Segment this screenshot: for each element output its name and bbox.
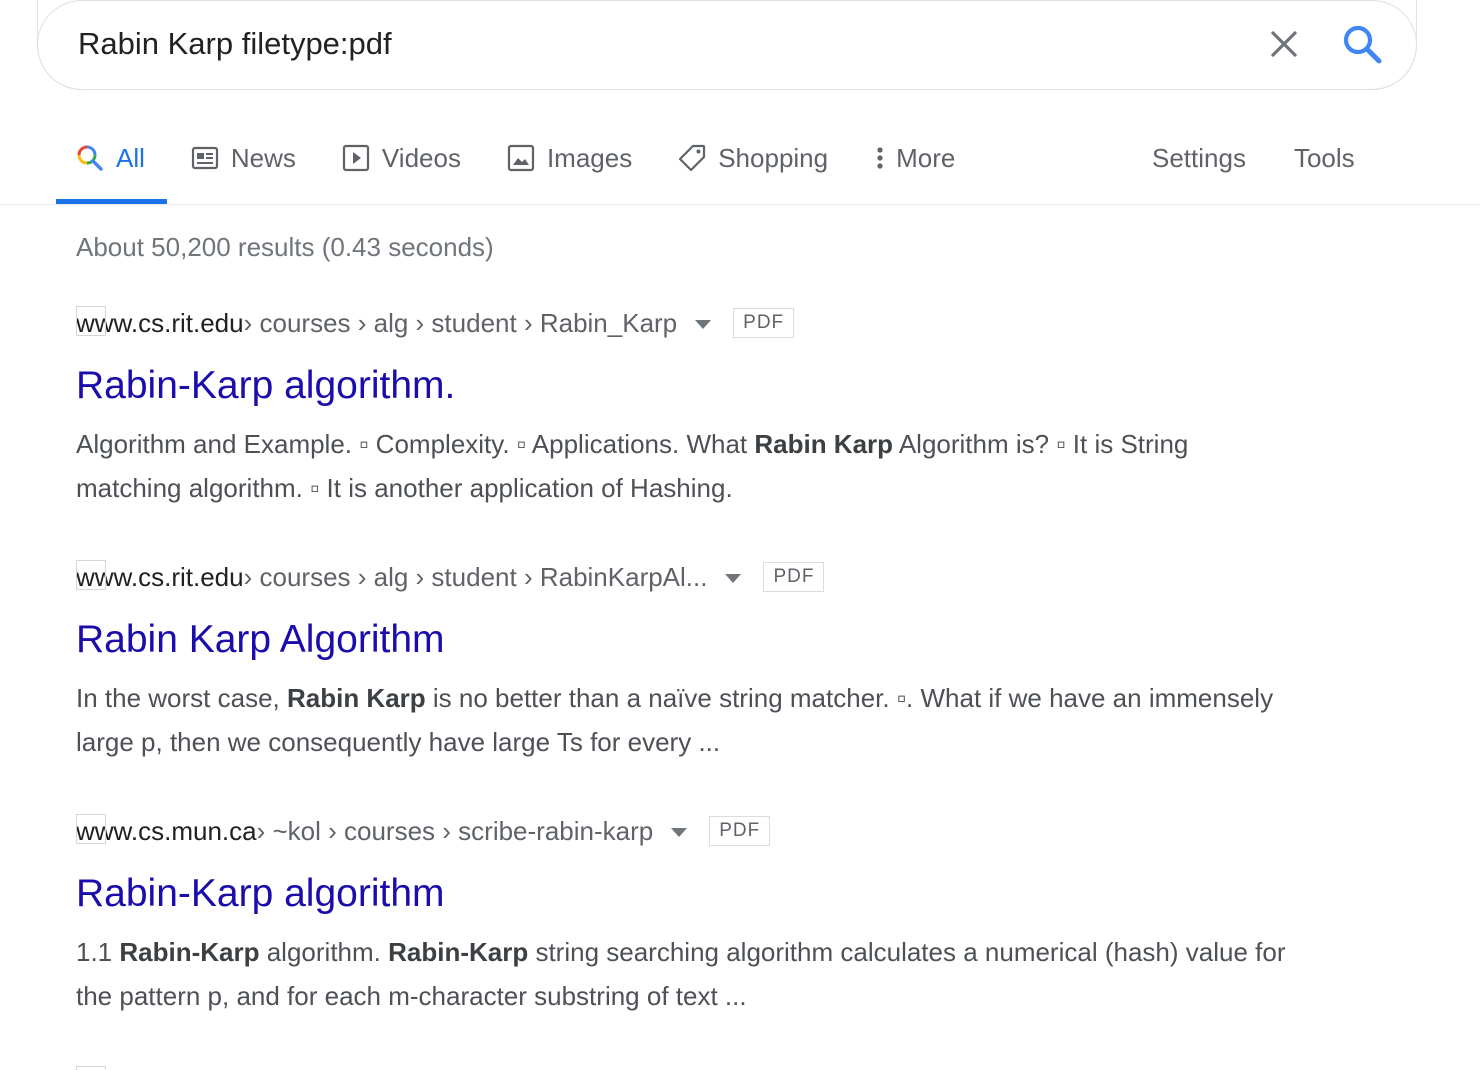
clear-search-button[interactable]: [1264, 24, 1304, 64]
search-button[interactable]: [1340, 22, 1384, 66]
search-input[interactable]: [78, 20, 1178, 68]
tab-label: News: [230, 142, 296, 173]
tab-label: More: [896, 142, 956, 173]
tab-images[interactable]: Images: [487, 128, 654, 188]
tab-label: All: [116, 142, 145, 173]
snippet-text: In the worst case,: [76, 683, 287, 713]
result-snippet: 1.1 Rabin-Karp algorithm. Rabin-Karp str…: [76, 930, 1296, 1018]
favicon: [76, 306, 106, 336]
search-results-page: All News Videos Images: [0, 0, 1480, 1070]
search-tabs: All News Videos Images Shopping More: [56, 128, 981, 204]
result-snippet: In the worst case, Rabin Karp is no bett…: [76, 676, 1296, 764]
snippet-text: 1.1: [76, 937, 120, 967]
tag-icon: [679, 144, 706, 172]
snippet-highlight: Rabin Karp: [754, 429, 894, 459]
pdf-badge: PDF: [733, 308, 795, 338]
snippet-highlight: Rabin-Karp: [388, 937, 529, 967]
snippet-highlight: Rabin Karp: [286, 683, 426, 713]
snippet-highlight: Rabin-Karp: [119, 937, 260, 967]
search-result: www.cs.rit.edu › courses › alg › student…: [76, 306, 1296, 510]
video-play-icon: [342, 144, 370, 172]
tab-news[interactable]: News: [171, 128, 318, 188]
result-citation: www.cs.rit.edu › courses › alg › student…: [76, 306, 1296, 340]
result-menu-caret-icon[interactable]: [671, 828, 688, 837]
search-result: www.cs.mun.ca › ~kol › courses › scribe-…: [76, 814, 1296, 1018]
result-title-link[interactable]: Rabin-Karp algorithm.: [76, 362, 1296, 410]
tab-label: Videos: [381, 142, 461, 173]
search-bar: [37, 0, 1417, 90]
search-result: www.cs.rit.edu › courses › alg › student…: [76, 560, 1296, 764]
pdf-badge: PDF: [763, 562, 825, 592]
tab-more[interactable]: More: [854, 128, 977, 188]
settings-link[interactable]: Settings: [1152, 143, 1246, 174]
google-search-icon: [77, 145, 103, 171]
result-citation: www.cs.rit.edu › courses › alg › student…: [76, 560, 1296, 594]
result-stats: About 50,200 results (0.43 seconds): [76, 232, 494, 262]
tab-label: Images: [546, 142, 633, 173]
favicon: [76, 1066, 106, 1070]
search-icon: [1343, 25, 1382, 64]
tab-shopping[interactable]: Shopping: [658, 128, 850, 188]
tabs-divider: [0, 204, 1480, 205]
tab-videos[interactable]: Videos: [322, 128, 483, 188]
favicon: [76, 814, 106, 844]
snippet-text: Algorithm and Example. ▫ Complexity. ▫ A…: [76, 429, 755, 459]
pdf-badge: PDF: [709, 816, 771, 846]
news-icon: [191, 146, 219, 170]
result-menu-caret-icon[interactable]: [725, 574, 742, 583]
result-citation: www.cs.mun.ca › ~kol › courses › scribe-…: [76, 814, 1296, 848]
result-title-link[interactable]: Rabin Karp Algorithm: [76, 616, 1296, 664]
tab-label: Shopping: [718, 142, 829, 173]
vertical-dots-icon: [877, 147, 883, 169]
result-snippet: Algorithm and Example. ▫ Complexity. ▫ A…: [76, 422, 1296, 510]
tools-link[interactable]: Tools: [1294, 143, 1355, 174]
result-path: › ~kol › courses › scribe-rabin-karp: [256, 815, 654, 846]
image-icon: [507, 144, 535, 172]
tab-all[interactable]: All: [56, 128, 167, 204]
result-menu-caret-icon[interactable]: [695, 320, 712, 329]
result-path: › courses › alg › student › Rabin_Karp: [243, 307, 678, 338]
snippet-text: algorithm.: [259, 937, 389, 967]
result-title-link[interactable]: Rabin-Karp algorithm: [76, 870, 1296, 918]
search-tools: Settings Tools: [1152, 128, 1403, 188]
favicon: [76, 560, 106, 590]
close-icon: [1270, 30, 1298, 58]
result-path: › courses › alg › student › RabinKarpAl.…: [243, 561, 708, 592]
